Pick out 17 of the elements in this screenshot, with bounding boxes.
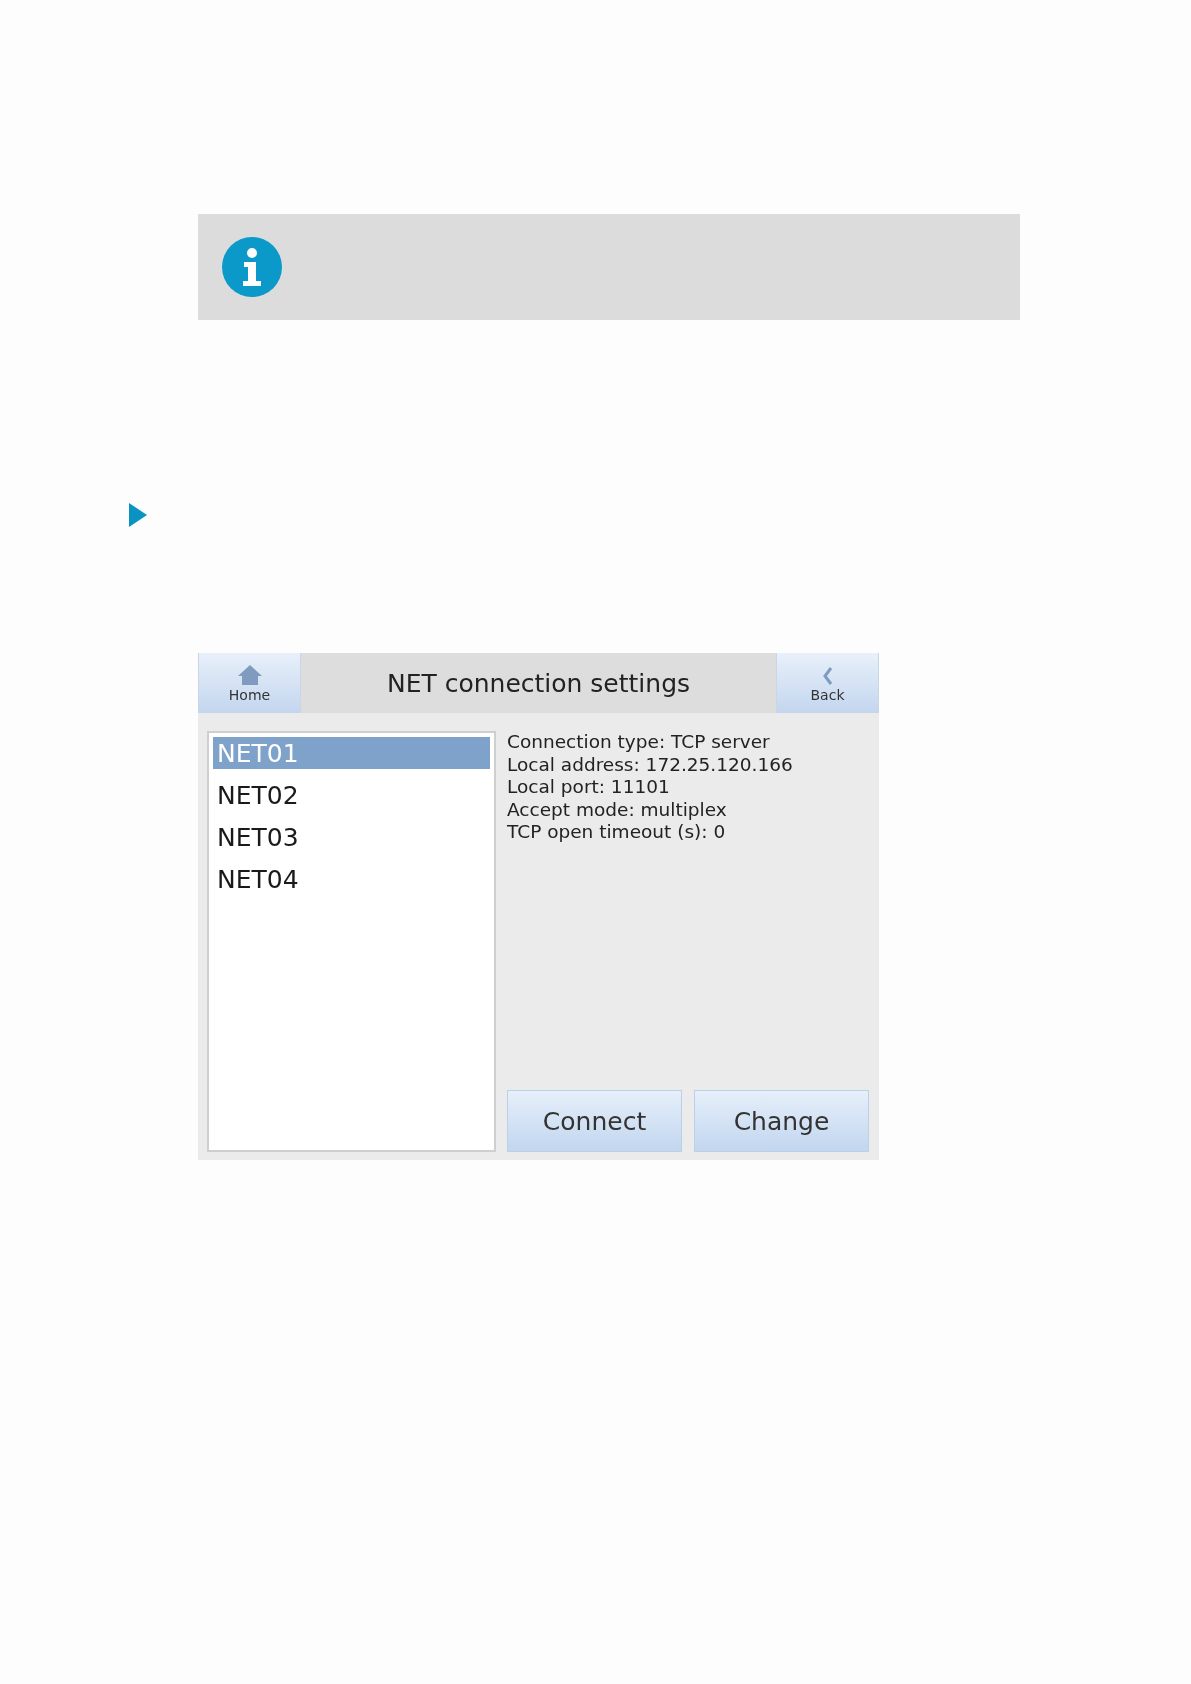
detail-line: Connection type: TCP server [507, 731, 771, 754]
home-button[interactable]: Home [198, 653, 301, 713]
home-icon [237, 665, 262, 685]
screen-title: NET connection settings [385, 667, 692, 700]
triangle-icon [129, 503, 147, 527]
detail-line: Local port: 11101 [507, 776, 671, 799]
back-button[interactable]: Back [776, 653, 879, 713]
connection-item[interactable]: NET03 [213, 821, 490, 853]
connection-item[interactable]: NET04 [213, 863, 490, 895]
info-icon [222, 237, 282, 297]
action-button[interactable]: Connect [507, 1090, 682, 1152]
detail-line: TCP open timeout (s): 0 [507, 821, 727, 844]
action-button[interactable]: Change [694, 1090, 869, 1152]
detail-line: Accept mode: multiplex [507, 798, 728, 821]
chevron-left-icon [822, 667, 833, 685]
connection-item[interactable]: NET02 [213, 779, 490, 811]
detail-line: Local address: 172.25.120.166 [507, 753, 794, 776]
